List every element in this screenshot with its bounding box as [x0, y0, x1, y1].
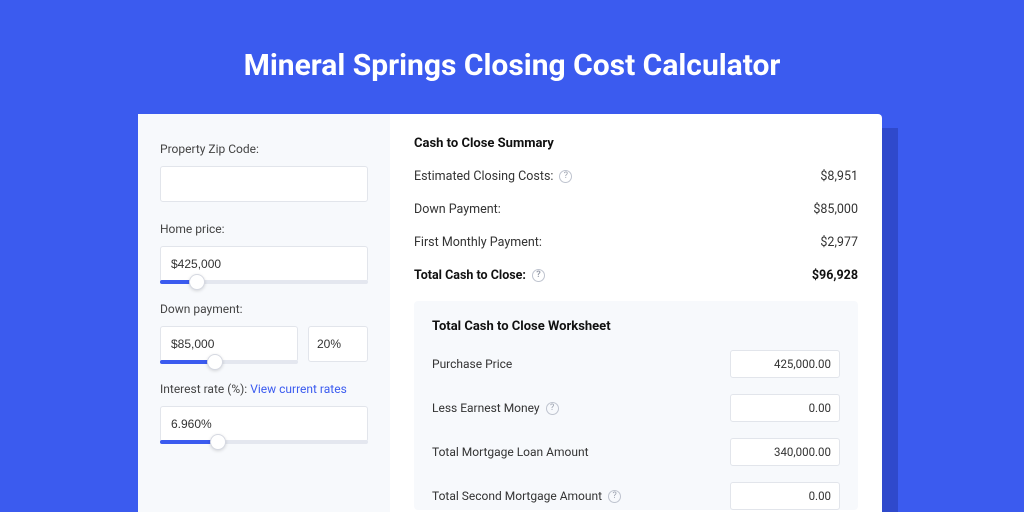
summary-row-total: Total Cash to Close: ? $96,928 [414, 268, 858, 283]
ws-label-text: Total Mortgage Loan Amount [432, 445, 589, 459]
down-payment-handle[interactable] [207, 354, 223, 370]
summary-title: Cash to Close Summary [414, 136, 858, 151]
down-payment-field: Down payment: [160, 302, 368, 362]
summary-row-closing-costs: Estimated Closing Costs: ? $8,951 [414, 169, 858, 184]
results-main: Cash to Close Summary Estimated Closing … [390, 114, 882, 512]
home-price-slider[interactable] [160, 246, 368, 282]
ws-value[interactable]: 425,000.00 [730, 350, 840, 378]
down-payment-slider[interactable] [160, 326, 298, 362]
interest-rate-input[interactable] [160, 406, 368, 442]
summary-value: $2,977 [820, 235, 858, 250]
zip-field: Property Zip Code: [160, 142, 368, 202]
home-price-label: Home price: [160, 222, 368, 236]
worksheet-title: Total Cash to Close Worksheet [432, 319, 840, 334]
down-payment-track [160, 360, 298, 364]
ws-value[interactable]: 0.00 [730, 482, 840, 510]
summary-label-text: First Monthly Payment: [414, 235, 542, 250]
summary-label-text: Estimated Closing Costs: [414, 169, 553, 184]
calculator-panel: Property Zip Code: Home price: Down paym… [138, 114, 882, 512]
inputs-sidebar: Property Zip Code: Home price: Down paym… [138, 114, 390, 512]
ws-label-text: Purchase Price [432, 357, 512, 371]
worksheet-section: Total Cash to Close Worksheet Purchase P… [414, 301, 858, 510]
home-price-handle[interactable] [189, 274, 205, 290]
interest-rate-label: Interest rate (%): View current rates [160, 382, 368, 396]
view-rates-link[interactable]: View current rates [250, 382, 347, 396]
home-price-track [160, 280, 368, 284]
down-payment-pct-input[interactable] [308, 326, 368, 362]
summary-label-text: Down Payment: [414, 202, 501, 217]
interest-rate-track [160, 440, 368, 444]
ws-label-text: Total Second Mortgage Amount [432, 489, 602, 503]
worksheet-row-purchase-price: Purchase Price 425,000.00 [432, 350, 840, 378]
worksheet-row-mortgage-amount: Total Mortgage Loan Amount 340,000.00 [432, 438, 840, 466]
summary-row-first-payment: First Monthly Payment: $2,977 [414, 235, 858, 250]
summary-value: $8,951 [820, 169, 858, 184]
zip-label: Property Zip Code: [160, 142, 368, 156]
summary-value: $85,000 [813, 202, 858, 217]
interest-rate-handle[interactable] [210, 434, 226, 450]
help-icon[interactable]: ? [532, 269, 545, 282]
help-icon[interactable]: ? [559, 170, 572, 183]
summary-total-value: $96,928 [812, 268, 858, 283]
interest-rate-label-text: Interest rate (%): [160, 382, 250, 396]
down-payment-label: Down payment: [160, 302, 368, 316]
help-icon[interactable]: ? [546, 402, 559, 415]
worksheet-row-second-mortgage: Total Second Mortgage Amount ? 0.00 [432, 482, 840, 510]
help-icon[interactable]: ? [608, 490, 621, 503]
worksheet-row-earnest-money: Less Earnest Money ? 0.00 [432, 394, 840, 422]
home-price-field: Home price: [160, 222, 368, 282]
ws-label-text: Less Earnest Money [432, 401, 540, 415]
ws-value[interactable]: 0.00 [730, 394, 840, 422]
down-payment-input[interactable] [160, 326, 298, 362]
interest-rate-slider[interactable] [160, 406, 368, 442]
zip-input[interactable] [160, 166, 368, 202]
page-title: Mineral Springs Closing Cost Calculator [0, 0, 1024, 105]
ws-value[interactable]: 340,000.00 [730, 438, 840, 466]
interest-rate-field: Interest rate (%): View current rates [160, 382, 368, 442]
summary-total-label: Total Cash to Close: [414, 268, 526, 283]
summary-row-down-payment: Down Payment: $85,000 [414, 202, 858, 217]
